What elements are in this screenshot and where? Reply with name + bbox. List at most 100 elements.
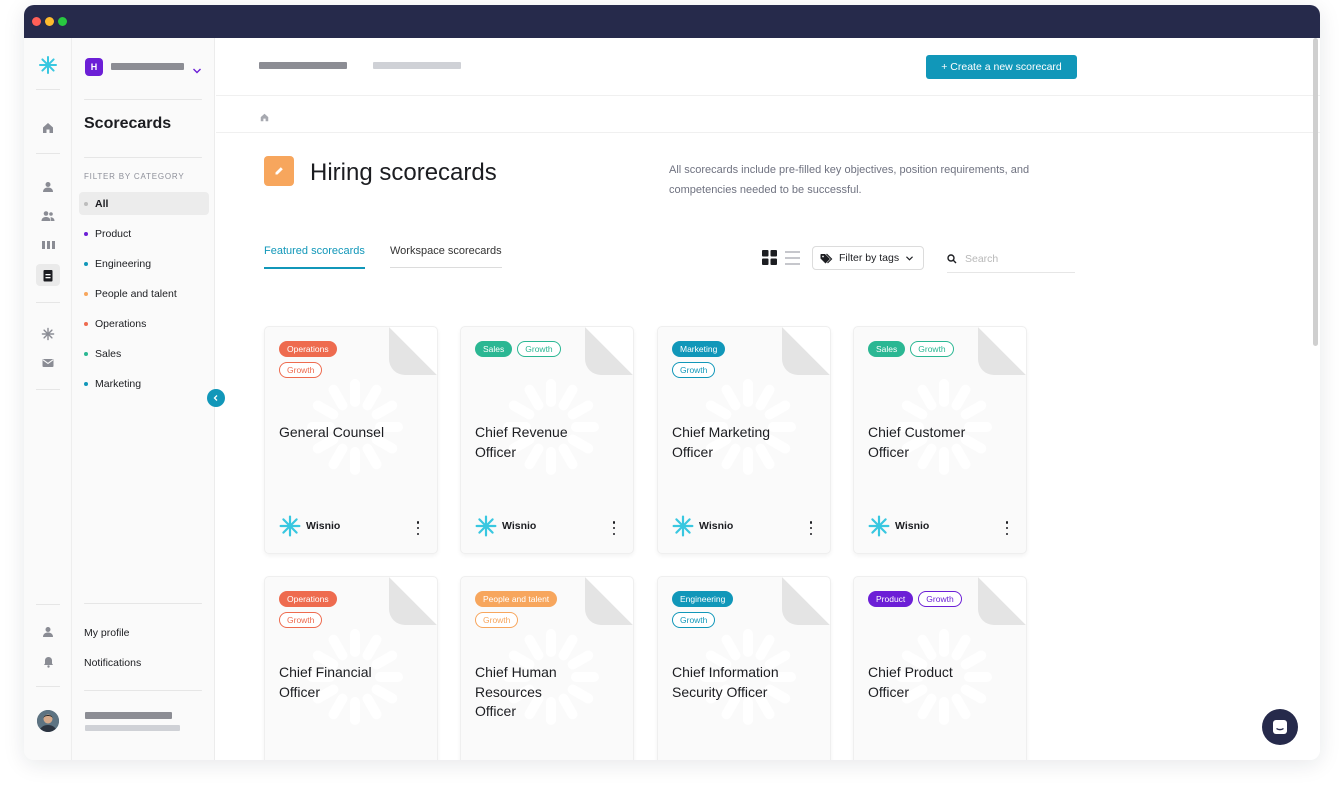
search-input[interactable] xyxy=(965,253,1065,265)
tab-featured-scorecards[interactable]: Featured scorecards xyxy=(264,245,365,269)
home-icon[interactable] xyxy=(36,117,60,139)
author-name: Wisnio xyxy=(699,520,734,532)
growth-tag[interactable]: Growth xyxy=(279,612,323,628)
scorecard-title: General Counsel xyxy=(279,424,385,440)
wisnio-logo-icon[interactable] xyxy=(36,54,60,76)
category-sales[interactable]: Sales xyxy=(79,342,209,365)
user-avatar[interactable] xyxy=(37,710,59,732)
wisnio-small-icon[interactable] xyxy=(36,323,60,345)
scorecard-card[interactable]: Sales Growth Chief Revenue Officer Wisnio xyxy=(460,326,634,554)
category-engineering[interactable]: Engineering xyxy=(79,252,209,275)
scorecard-title: Chief Revenue Officer xyxy=(475,424,568,460)
more-options-icon[interactable] xyxy=(806,521,816,535)
divider xyxy=(84,603,202,604)
more-options-icon[interactable] xyxy=(1002,521,1012,535)
title-bar xyxy=(24,5,1320,38)
category-label: Product xyxy=(95,227,132,240)
scorecard-card[interactable]: Product Growth Chief Product Officer xyxy=(853,576,1027,760)
scorecard-title: Chief Financial Officer xyxy=(279,664,372,700)
category-label: People and talent xyxy=(95,287,177,300)
category-tag[interactable]: Operations xyxy=(279,341,337,357)
main-content: + Create a new scorecard Hiring scorecar… xyxy=(216,38,1320,760)
category-label: Engineering xyxy=(95,257,152,270)
category-tag[interactable]: Operations xyxy=(279,591,337,607)
scorecard-card[interactable]: Sales Growth Chief Customer Officer Wisnio xyxy=(853,326,1027,554)
more-options-icon[interactable] xyxy=(609,521,619,535)
scorecard-card[interactable]: Operations Growth General Counsel Wisnio xyxy=(264,326,438,554)
category-all[interactable]: All xyxy=(79,192,209,215)
mail-icon[interactable] xyxy=(36,352,60,374)
category-sidebar: H Scorecards FILTER BY CATEGORY All Prod… xyxy=(72,38,215,760)
scrollbar[interactable] xyxy=(1313,38,1318,346)
team-icon[interactable] xyxy=(36,205,60,227)
board-icon[interactable] xyxy=(36,234,60,256)
my-profile-link[interactable]: My profile xyxy=(84,627,130,639)
scorecard-card[interactable]: Operations Growth Chief Financial Officer xyxy=(264,576,438,760)
category-tag[interactable]: Sales xyxy=(475,341,513,357)
filter-label: Filter by tags xyxy=(839,252,900,264)
scorecard-author: Wisnio xyxy=(475,515,536,537)
workspace-logo[interactable]: H xyxy=(85,58,103,76)
nav-placeholder[interactable] xyxy=(373,62,461,69)
growth-tag[interactable]: Growth xyxy=(910,341,954,357)
list-view-icon[interactable] xyxy=(785,251,800,270)
category-tag[interactable]: Marketing xyxy=(672,341,726,357)
category-dot xyxy=(84,321,88,326)
tag-list: Operations Growth xyxy=(279,341,349,378)
tag-list: Sales Growth xyxy=(868,341,986,357)
author-name: Wisnio xyxy=(895,520,930,532)
category-tag[interactable]: Engineering xyxy=(672,591,734,607)
chat-widget-button[interactable] xyxy=(1262,709,1298,745)
grid-view-icon[interactable] xyxy=(762,250,777,270)
wisnio-logo-icon xyxy=(672,515,699,537)
page-fold xyxy=(782,327,830,375)
chevron-left-icon xyxy=(213,395,218,401)
chevron-down-icon[interactable] xyxy=(192,62,202,80)
profile-icon[interactable] xyxy=(36,621,60,643)
filter-by-tags-button[interactable]: Filter by tags xyxy=(812,246,924,270)
growth-tag[interactable]: Growth xyxy=(672,612,716,628)
category-label: All xyxy=(95,197,109,210)
scorecard-card[interactable]: Engineering Growth Chief Information Secur… xyxy=(657,576,831,760)
category-operations[interactable]: Operations xyxy=(79,312,209,335)
tag-list: People and talent Growth xyxy=(475,591,558,628)
minimize-window-dot[interactable] xyxy=(45,17,54,26)
create-scorecard-button[interactable]: + Create a new scorecard xyxy=(926,55,1077,79)
more-options-icon[interactable] xyxy=(413,521,423,535)
category-product[interactable]: Product xyxy=(79,222,209,245)
scorecard-card[interactable]: Marketing Growth Chief Marketing Officer Wi… xyxy=(657,326,831,554)
growth-tag[interactable]: Growth xyxy=(279,362,323,378)
scorecard-author: Wisnio xyxy=(279,515,340,537)
category-marketing[interactable]: Marketing xyxy=(79,372,209,395)
growth-tag[interactable]: Growth xyxy=(918,591,962,607)
notifications-link[interactable]: Notifications xyxy=(84,657,141,669)
maximize-window-dot[interactable] xyxy=(58,17,67,26)
scorecard-card[interactable]: People and talent Growth Chief Human Resou… xyxy=(460,576,634,760)
person-icon[interactable] xyxy=(36,176,60,198)
bell-icon[interactable] xyxy=(36,651,60,673)
breadcrumb-home-icon[interactable] xyxy=(260,109,269,127)
category-dot xyxy=(84,381,88,386)
scorecard-icon[interactable] xyxy=(36,264,60,286)
tag-list: Marketing Growth xyxy=(672,341,742,378)
close-window-dot[interactable] xyxy=(32,17,41,26)
user-email-placeholder xyxy=(85,725,180,731)
tag-icon xyxy=(820,253,833,263)
growth-tag[interactable]: Growth xyxy=(475,612,519,628)
breadcrumb xyxy=(216,96,1320,133)
growth-tag[interactable]: Growth xyxy=(672,362,716,378)
category-label: Operations xyxy=(95,317,147,330)
category-tag[interactable]: People and talent xyxy=(475,591,558,607)
growth-tag[interactable]: Growth xyxy=(517,341,561,357)
category-people-and-talent[interactable]: People and talent xyxy=(79,282,209,305)
workspace-name-placeholder[interactable] xyxy=(111,63,184,70)
tab-workspace-scorecards[interactable]: Workspace scorecards xyxy=(390,245,502,268)
category-tag[interactable]: Sales xyxy=(868,341,906,357)
category-tag[interactable]: Product xyxy=(868,591,914,607)
page-fold xyxy=(585,577,633,625)
nav-placeholder-active[interactable] xyxy=(259,62,347,69)
page-description: All scorecards include pre-filled key ob… xyxy=(669,164,1030,196)
collapse-sidebar-button[interactable] xyxy=(207,389,225,407)
scorecard-title: Chief Marketing Officer xyxy=(672,424,771,460)
category-dot xyxy=(84,351,88,356)
